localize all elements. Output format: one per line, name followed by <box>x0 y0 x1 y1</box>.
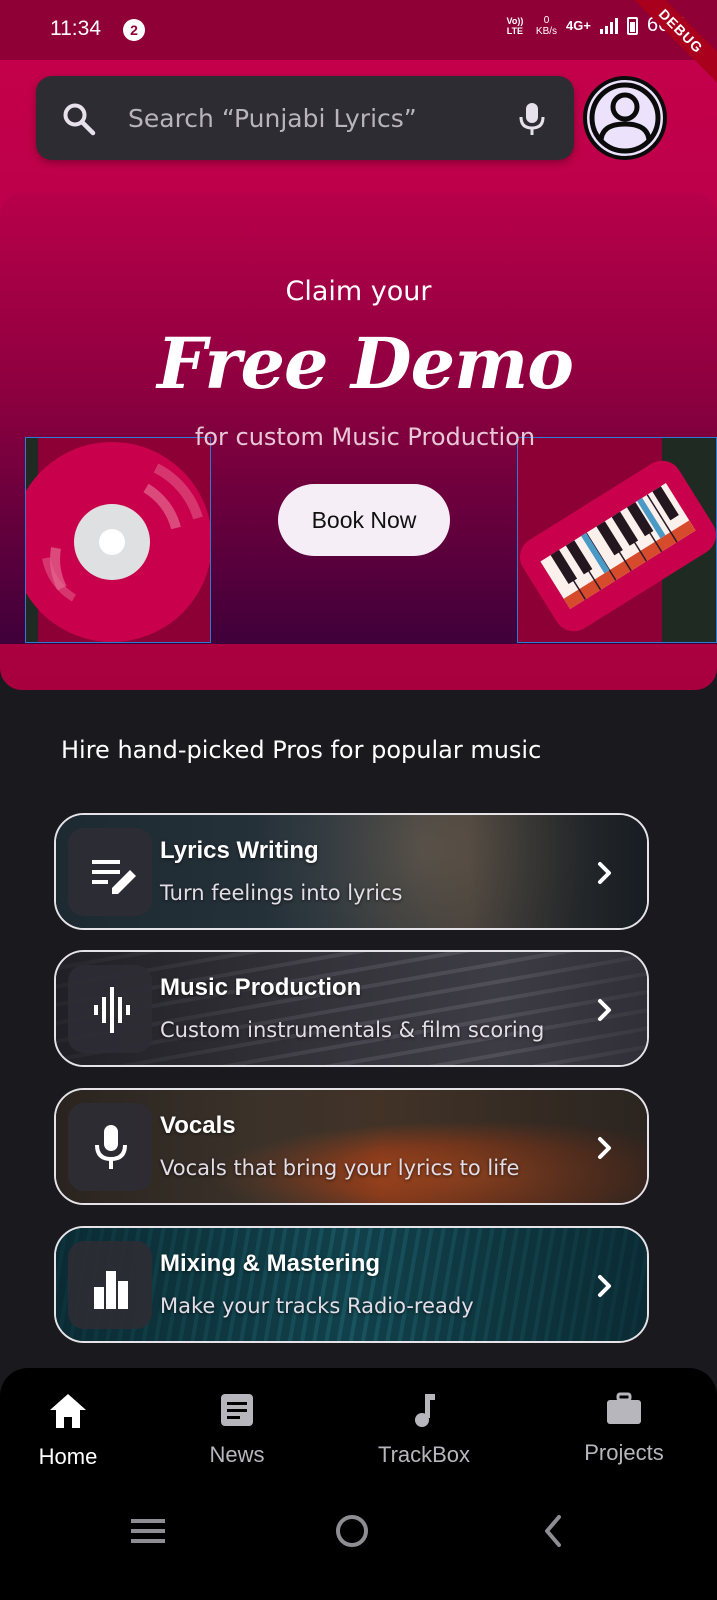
card-subtitle: Vocals that bring your lyrics to life <box>160 1156 520 1180</box>
battery-icon <box>626 16 638 35</box>
banner-claim-text: Claim your <box>285 276 432 307</box>
chevron-right-icon <box>598 862 611 884</box>
book-now-button[interactable]: Book Now <box>278 484 450 556</box>
section-title: Hire hand-picked Pros for popular music <box>61 736 542 764</box>
card-subtitle: Make your tracks Radio-ready <box>160 1294 474 1318</box>
microphone-icon <box>95 1125 127 1169</box>
card-title: Vocals <box>160 1112 236 1139</box>
card-title: Mixing & Mastering <box>160 1250 381 1277</box>
volte-indicator: Vo)) LTE <box>506 15 524 36</box>
card-icon-box <box>68 965 152 1053</box>
chevron-right-icon <box>598 1275 611 1297</box>
banner-subtext: for custom Music Production <box>194 423 536 451</box>
home-circle-icon[interactable] <box>335 1514 369 1548</box>
search-input[interactable] <box>128 76 508 160</box>
card-title: Lyrics Writing <box>160 837 319 864</box>
status-bar: 11:34 2 Vo)) LTE 0 KB/s 4G+ 66% <box>0 0 717 60</box>
card-subtitle: Turn feelings into lyrics <box>160 881 403 905</box>
service-card-lyrics-writing[interactable]: Lyrics Writing Turn feelings into lyrics <box>54 813 649 930</box>
card-subtitle: Custom instrumentals & film scoring <box>160 1018 545 1042</box>
nav-label: TrackBox <box>377 1442 471 1467</box>
status-time: 11:34 <box>50 17 101 40</box>
nav-label: Home <box>38 1444 98 1469</box>
banner-headline: Free Demo <box>157 322 574 405</box>
card-icon-box <box>68 1103 152 1191</box>
service-card-vocals[interactable]: Vocals Vocals that bring your lyrics to … <box>54 1088 649 1205</box>
nav-item-news[interactable]: News <box>200 1392 274 1468</box>
bar-chart-icon <box>94 1271 128 1309</box>
nav-item-home[interactable]: Home <box>30 1392 106 1470</box>
notification-badge: 2 <box>123 19 145 41</box>
keyboard-illustration <box>517 437 717 643</box>
card-icon-box <box>68 1241 152 1329</box>
network-type: 4G+ <box>566 18 591 33</box>
net-speed: 0 KB/s <box>536 15 557 37</box>
mic-icon[interactable] <box>516 102 548 136</box>
vinyl-illustration <box>25 437 211 643</box>
system-navigation-bar <box>0 1500 717 1560</box>
home-icon <box>50 1394 86 1428</box>
back-icon[interactable] <box>541 1514 565 1548</box>
service-card-music-production[interactable]: Music Production Custom instrumentals & … <box>54 950 649 1067</box>
search-icon[interactable] <box>62 102 96 136</box>
vinyl-disc-icon <box>26 438 210 642</box>
recent-apps-icon[interactable] <box>131 1517 165 1545</box>
nav-item-trackbox[interactable]: TrackBox <box>370 1392 478 1468</box>
nav-label: Projects <box>584 1440 664 1465</box>
article-icon <box>221 1394 253 1426</box>
net-speed-value: 0 <box>543 14 550 26</box>
waveform-icon <box>94 987 130 1033</box>
person-icon <box>589 82 661 154</box>
nav-label: News <box>209 1442 265 1467</box>
briefcase-icon <box>607 1392 641 1424</box>
music-note-icon <box>415 1394 435 1427</box>
piano-keys-icon <box>518 438 716 642</box>
edit-notes-icon <box>92 860 136 894</box>
card-icon-box <box>68 828 152 916</box>
net-speed-unit: KB/s <box>535 25 558 37</box>
chevron-right-icon <box>598 1137 611 1159</box>
service-card-mixing-mastering[interactable]: Mixing & Mastering Make your tracks Radi… <box>54 1226 649 1343</box>
signal-icon <box>599 17 618 34</box>
search-bar[interactable] <box>36 76 574 160</box>
card-title: Music Production <box>160 974 362 1001</box>
profile-avatar[interactable] <box>583 76 667 160</box>
nav-item-projects[interactable]: Projects <box>578 1392 670 1466</box>
app-screen: 11:34 2 Vo)) LTE 0 KB/s 4G+ 66% DEBUG <box>0 0 717 1600</box>
chevron-right-icon <box>598 999 611 1021</box>
